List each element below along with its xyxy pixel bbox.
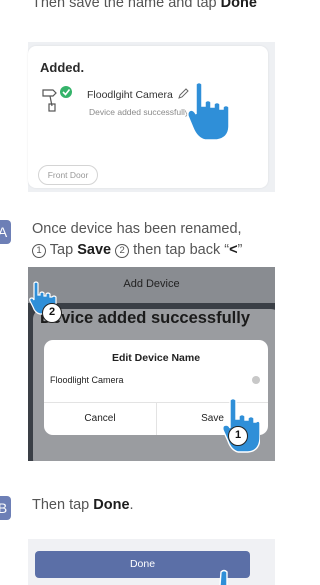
edit-dialog-screenshot-panel: ‹ Add Device Device added successfully E… [28,267,275,461]
instruction-text: Then save the name and tap [32,0,221,11]
step-a-tap-text: Tap [49,242,78,258]
clear-input-icon[interactable] [252,376,260,384]
add-device-title: Add Device [123,278,180,290]
instruction-top: Then save the name and tap Done [32,0,282,20]
callout-2-bubble: 2 [42,303,62,323]
step-number-1: 1 [32,244,46,258]
device-name-text: Floodlgiht Camera [87,89,173,101]
back-glyph: < [229,242,238,258]
camera-icon [42,86,72,112]
pointing-hand-icon [219,569,228,585]
instruction-bold: Done [220,0,257,11]
callout-1-bubble: 1 [228,426,248,446]
added-screenshot-panel: Added. Floodlgiht Camera Device added su… [28,42,275,192]
step-b-bold: Done [93,497,130,513]
close-quote: ” [237,242,243,258]
step-a-line2: 1 Tap Save 2 then tap back “<” [32,242,242,258]
step-a-line1: Once device has been renamed, [32,221,242,237]
step-b-badge: B [0,496,11,520]
room-chip[interactable]: Front Door [38,165,98,185]
added-title: Added. [40,60,85,75]
step-a-save-word: Save [77,242,112,258]
device-name-input[interactable]: Floodlight Camera [50,372,255,388]
add-device-header: ‹ Add Device [28,267,275,303]
step-b-text: Then tap Done. [32,497,134,513]
step-number-2: 2 [115,244,130,258]
step-b-suffix: . [129,497,134,513]
step-a-back-text: then tap back “ [129,242,230,258]
dialog-title: Edit Device Name [111,352,201,364]
step-a-badge: A [0,220,11,244]
step-b-prefix: Then tap [32,497,94,513]
done-screenshot-panel: Done [28,539,275,585]
pointing-hand-icon [187,81,230,141]
device-name: Floodlgiht Camera [87,88,189,101]
check-circle-icon [60,86,72,98]
device-added-headline: Device added successfully [40,309,251,327]
device-added-message: Device added successfully [89,107,190,117]
cancel-button[interactable]: Cancel [44,402,156,435]
